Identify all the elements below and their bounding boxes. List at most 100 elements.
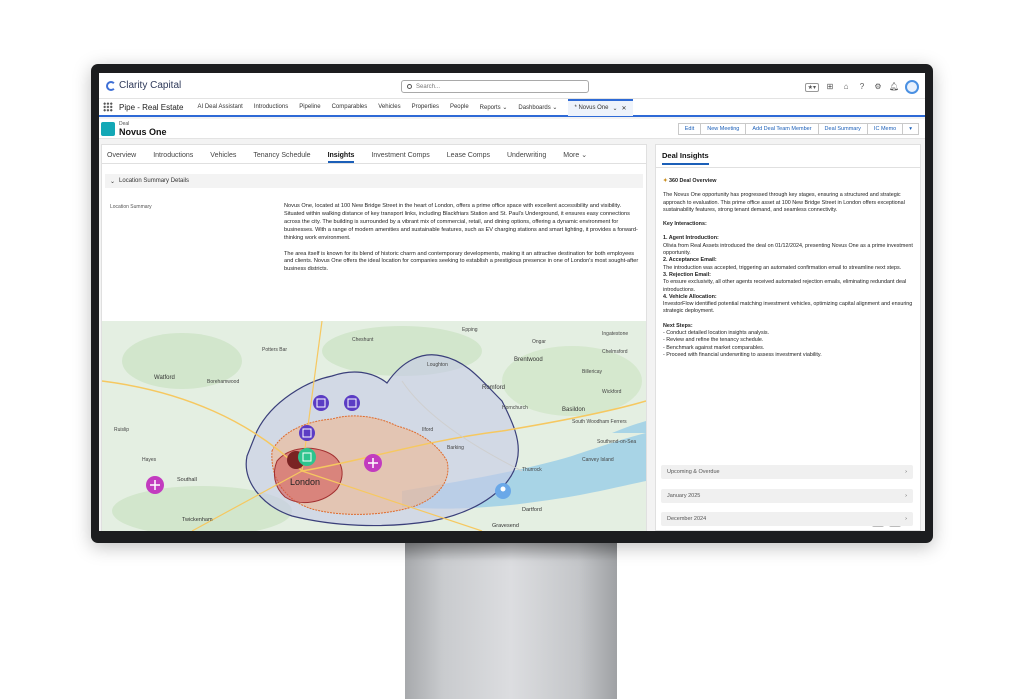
tab-lease-comps[interactable]: Lease Comps	[447, 152, 490, 163]
map-label-barking: Barking	[447, 445, 464, 451]
tab-tenancy-schedule[interactable]: Tenancy Schedule	[253, 152, 310, 163]
tab-insights[interactable]: Insights	[327, 152, 355, 163]
nav-item-dashboards[interactable]: Dashboards ⌄	[518, 104, 557, 111]
map-label-wickford: Wickford	[602, 389, 622, 395]
next-step-item: - Conduct detailed location insights ana…	[663, 330, 770, 337]
record-title: Novus One	[119, 127, 167, 137]
map-marker-agent[interactable]	[495, 483, 511, 499]
logo-text: Clarity Capital	[119, 80, 182, 91]
app-nav-bar: Pipe - Real Estate AI Deal Assistant Int…	[99, 98, 925, 117]
map-canvas[interactable]: Watford Borehamwood Potters Bar Cheshunt…	[102, 321, 646, 531]
next-step-item: - Proceed with financial underwriting to…	[663, 351, 822, 358]
map-label-ilford: Ilford	[422, 427, 433, 433]
add-icon[interactable]: ⊞	[825, 82, 835, 92]
nav-item-pipeline[interactable]: Pipeline	[299, 104, 320, 110]
nav-item-properties[interactable]: Properties	[412, 104, 439, 110]
user-avatar[interactable]	[905, 80, 919, 94]
global-search-input[interactable]: Search...	[401, 80, 589, 93]
more-actions-chevron-icon[interactable]: ▾	[902, 123, 919, 135]
next-step-item: - Benchmark against market comparables.	[663, 344, 765, 351]
map-label-billericay: Billericay	[582, 369, 603, 375]
location-map[interactable]: Watford Borehamwood Potters Bar Cheshunt…	[102, 321, 646, 531]
gear-icon[interactable]: ⚙	[873, 82, 883, 92]
tab-underwriting[interactable]: Underwriting	[507, 152, 546, 163]
search-icon	[407, 84, 412, 89]
tab-overview[interactable]: Overview	[107, 152, 136, 163]
record-detail-panel: Overview Introductions Vehicles Tenancy …	[101, 144, 647, 531]
map-label-dartford: Dartford	[522, 507, 542, 513]
accordion-january-2025[interactable]: January 2025 ›	[661, 489, 913, 503]
map-label-gravesend: Gravesend	[492, 523, 519, 529]
tab-investment-comps[interactable]: Investment Comps	[371, 152, 429, 163]
map-label-south-woodham-ferrers: South Woodham Ferrers	[572, 419, 627, 425]
next-step-item: - Review and refine the tenancy schedule…	[663, 337, 764, 344]
map-label-chelmsford: Chelmsford	[602, 349, 628, 355]
accordion-december-2024[interactable]: December 2024 ›	[661, 512, 913, 526]
bell-icon[interactable]: 🔔︎	[889, 82, 899, 92]
map-label-potters-bar: Potters Bar	[262, 347, 287, 353]
deal-summary-button[interactable]: Deal Summary	[817, 123, 868, 135]
chevron-down-icon[interactable]: ⌄	[612, 105, 617, 112]
chevron-right-icon: ›	[905, 493, 907, 499]
chevron-down-icon: ⌄	[110, 178, 116, 185]
app-launcher-icon[interactable]	[103, 102, 113, 112]
stand-shadow	[405, 541, 617, 561]
tab-more[interactable]: More ⌄	[563, 151, 587, 163]
nav-item-comparables[interactable]: Comparables	[332, 104, 368, 110]
nav-item-reports-label: Reports	[479, 104, 501, 111]
map-label-ingatestone: Ingatestone	[602, 331, 628, 337]
edit-button[interactable]: Edit	[677, 123, 702, 135]
interaction-title: 2. Acceptance Email:	[663, 257, 717, 264]
accordion-upcoming-overdue-row[interactable]: Upcoming & Overdue ›	[661, 465, 913, 479]
ic-memo-button[interactable]: IC Memo	[866, 123, 904, 135]
app-screen: Clarity Capital Search... ★▾ ⊞ ⌂ ? ⚙ 🔔︎ …	[99, 73, 925, 531]
deal-record-icon	[101, 122, 115, 136]
accordion-label: December 2024	[667, 516, 707, 522]
tab-more-label: More	[563, 152, 580, 159]
close-icon[interactable]: ✕	[622, 105, 627, 112]
map-label-ongar: Ongar	[532, 339, 546, 345]
interaction-text: Olivia from Real Assets introduced the d…	[663, 242, 913, 257]
map-label-loughton: Loughton	[427, 362, 448, 368]
location-summary-section-header[interactable]: ⌄ Location Summary Details	[105, 174, 643, 188]
map-label-southall: Southall	[177, 477, 197, 483]
map-label-cheshunt: Cheshunt	[352, 337, 374, 343]
global-header: Clarity Capital Search... ★▾ ⊞ ⌂ ? ⚙ 🔔︎	[99, 73, 925, 99]
map-marker-vehicle[interactable]	[313, 395, 329, 411]
map-label-brentwood: Brentwood	[514, 357, 543, 363]
search-placeholder: Search...	[416, 83, 441, 90]
field-label-location-summary: Location Summary	[110, 204, 152, 210]
nav-item-dashboards-label: Dashboards	[518, 104, 551, 111]
nav-item-ai-deal-assistant[interactable]: AI Deal Assistant	[197, 104, 242, 110]
nav-item-reports[interactable]: Reports ⌄	[480, 104, 508, 111]
app-logo[interactable]: Clarity Capital	[106, 80, 181, 91]
record-header: Deal Novus One Edit New Meeting Add Deal…	[99, 119, 925, 139]
logo-icon	[106, 80, 116, 91]
map-marker-comparable[interactable]	[146, 476, 164, 494]
map-label-hornchurch: Hornchurch	[502, 405, 528, 411]
nav-item-introductions[interactable]: Introductions	[254, 104, 288, 110]
nav-tab-novus-one[interactable]: * Novus One ⌄ ✕	[568, 98, 633, 116]
tab-vehicles[interactable]: Vehicles	[210, 152, 236, 163]
add-deal-team-member-button[interactable]: Add Deal Team Member	[745, 123, 819, 135]
map-label-twickenham: Twickenham	[182, 517, 213, 523]
deal-insights-title[interactable]: Deal Insights	[662, 151, 709, 165]
accordion-label: Upcoming & Overdue	[667, 469, 720, 475]
map-label-southend-on-sea: Southend-on-Sea	[597, 439, 636, 445]
next-steps-heading: Next Steps:	[663, 322, 693, 329]
chevron-right-icon: ›	[905, 516, 907, 522]
key-interactions-heading: Key Interactions:	[663, 221, 707, 228]
help-icon[interactable]: ?	[857, 82, 867, 92]
new-meeting-button[interactable]: New Meeting	[700, 123, 747, 135]
favorites-star-icon[interactable]: ★▾	[804, 82, 819, 92]
tab-introductions[interactable]: Introductions	[153, 152, 193, 163]
interaction-text: To ensure exclusivity, all other agents …	[663, 279, 907, 293]
nav-item-people[interactable]: People	[450, 104, 469, 110]
map-marker-vehicle[interactable]	[299, 425, 315, 441]
map-marker-comparable[interactable]	[364, 454, 382, 472]
map-marker-vehicle[interactable]	[344, 395, 360, 411]
overview-text: The Novus One opportunity has progressed…	[663, 192, 905, 213]
trailhead-icon[interactable]: ⌂	[841, 82, 851, 92]
nav-item-vehicles[interactable]: Vehicles	[378, 104, 400, 110]
record-action-bar: Edit New Meeting Add Deal Team Member De…	[677, 123, 919, 135]
